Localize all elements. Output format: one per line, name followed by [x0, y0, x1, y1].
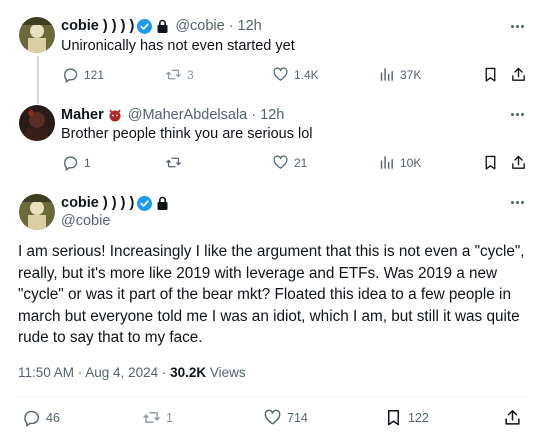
- reply-icon: [64, 68, 78, 83]
- reply-tweet-2[interactable]: Maher @MaherAbdelsala · 12h Brother peop…: [0, 96, 542, 184]
- repost-icon: [166, 69, 181, 80]
- reply-button[interactable]: 46: [22, 408, 60, 427]
- share-icon: [512, 155, 525, 169]
- analytics-icon: [380, 156, 393, 169]
- views-count: 10K: [400, 155, 422, 170]
- repost-count: 3: [187, 67, 194, 82]
- repost-button[interactable]: 1: [142, 408, 173, 427]
- main-action-bar: 46 1 714 122: [0, 408, 542, 430]
- action-bar: 121 3 1.4K 37K: [0, 66, 542, 86]
- more-options-icon[interactable]: [508, 17, 526, 35]
- tweet-timestamp[interactable]: 12h: [238, 18, 262, 34]
- lock-icon: [156, 196, 169, 210]
- author-name[interactable]: cobie ) ) ) ): [61, 18, 134, 34]
- avatar[interactable]: [19, 194, 55, 230]
- reply-count: 46: [46, 410, 60, 425]
- share-button[interactable]: [503, 408, 522, 427]
- like-button[interactable]: 714: [263, 408, 308, 427]
- bookmark-button[interactable]: [482, 154, 499, 171]
- share-button[interactable]: [510, 154, 527, 171]
- more-options-icon[interactable]: [508, 105, 526, 123]
- like-count: 21: [294, 155, 308, 170]
- views-button[interactable]: 37K: [378, 66, 421, 83]
- devil-emoji-icon: [108, 108, 122, 122]
- tweet-datetime[interactable]: 11:50 AM · Aug 4, 2024 ·: [18, 365, 170, 380]
- bookmark-icon: [387, 410, 400, 426]
- reply-button[interactable]: 1: [62, 154, 91, 171]
- author-handle[interactable]: @cobie: [175, 18, 224, 34]
- share-button[interactable]: [510, 66, 527, 83]
- avatar[interactable]: [19, 105, 55, 141]
- tweet-text: Unironically has not even started yet: [61, 38, 295, 54]
- views-label: Views: [206, 365, 246, 380]
- reply-button[interactable]: 121: [62, 66, 104, 83]
- repost-button[interactable]: 3: [165, 66, 194, 83]
- author-name[interactable]: cobie ) ) ) ): [61, 195, 134, 211]
- bookmark-button[interactable]: [482, 66, 499, 83]
- share-icon: [512, 67, 525, 81]
- heart-icon: [273, 67, 288, 81]
- like-button[interactable]: 21: [272, 154, 307, 171]
- verified-badge-icon: [137, 195, 153, 211]
- heart-icon: [273, 155, 288, 169]
- views-button[interactable]: 10K: [378, 154, 421, 171]
- like-count: 1.4K: [294, 67, 319, 82]
- author-name[interactable]: Maher: [61, 107, 104, 123]
- reply-icon: [24, 410, 39, 427]
- divider: [18, 396, 526, 397]
- bookmark-icon: [485, 155, 496, 170]
- reply-icon: [64, 156, 78, 171]
- avatar[interactable]: [19, 17, 55, 53]
- tweet-meta: 11:50 AM · Aug 4, 2024 · 30.2K Views: [18, 365, 246, 380]
- action-bar: 1 21 10K: [0, 154, 542, 174]
- verified-badge-icon: [137, 18, 153, 34]
- repost-button[interactable]: [165, 154, 187, 171]
- lock-icon: [156, 19, 169, 33]
- share-icon: [505, 410, 520, 425]
- bookmark-count: 122: [408, 410, 429, 425]
- views-count: 37K: [400, 67, 422, 82]
- reply-tweet-1[interactable]: cobie ) ) ) ) @cobie · 12h Unironically …: [0, 0, 542, 96]
- tweet-timestamp[interactable]: 12h: [260, 107, 284, 123]
- tweet-text: Brother people think you are serious lol: [61, 126, 313, 142]
- like-count: 714: [287, 410, 308, 425]
- main-tweet-text: I am serious! Increasingly I like the ar…: [18, 243, 525, 346]
- author-handle[interactable]: @cobie: [61, 213, 110, 229]
- separator-dot: ·: [251, 107, 257, 123]
- separator-dot: ·: [228, 18, 234, 34]
- reply-count: 1: [84, 155, 91, 170]
- more-options-icon[interactable]: [508, 193, 526, 211]
- reply-count: 121: [84, 67, 105, 82]
- like-button[interactable]: 1.4K: [272, 66, 319, 83]
- bookmark-icon: [485, 67, 496, 82]
- analytics-icon: [380, 68, 393, 81]
- author-handle[interactable]: @MaherAbdelsala: [128, 107, 248, 123]
- heart-icon: [264, 409, 281, 425]
- bookmark-button[interactable]: 122: [384, 408, 429, 427]
- repost-icon: [166, 157, 181, 168]
- views-total: 30.2K: [170, 365, 207, 380]
- repost-count: 1: [166, 410, 173, 425]
- repost-icon: [143, 412, 160, 423]
